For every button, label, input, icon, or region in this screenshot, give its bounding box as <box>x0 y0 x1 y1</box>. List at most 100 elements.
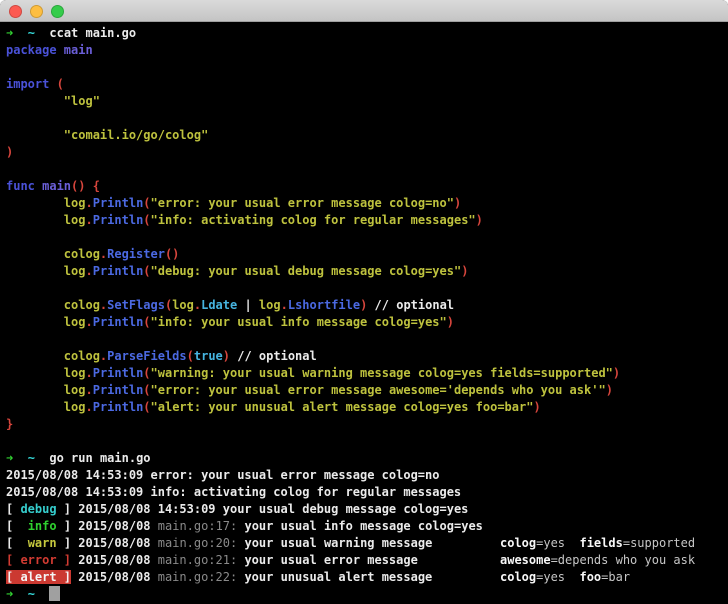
text-segment: Lshortfile <box>287 298 361 312</box>
text-segment: ( <box>143 383 151 397</box>
terminal-line: log.Println("warning: your usual warning… <box>6 365 728 382</box>
text-segment: awesome <box>500 553 551 567</box>
terminal-line: "comail.io/go/colog" <box>6 127 728 144</box>
terminal-line: 2015/08/08 14:53:09 error: your usual er… <box>6 467 728 484</box>
text-segment <box>6 264 64 278</box>
text-segment: "info: your usual info message colog=yes… <box>150 315 447 329</box>
text-segment: ( <box>143 264 151 278</box>
text-segment: . <box>85 366 93 380</box>
log-level-badge: info <box>27 519 57 533</box>
text-segment: ) <box>612 366 621 380</box>
close-button[interactable] <box>9 5 22 18</box>
text-segment: ) <box>475 213 483 227</box>
text-segment: Println <box>92 383 144 397</box>
terminal-line: colog.Register() <box>6 246 728 263</box>
text-segment: [ <box>6 536 28 550</box>
minimize-button[interactable] <box>30 5 43 18</box>
text-segment <box>6 315 64 329</box>
zoom-button[interactable] <box>51 5 64 18</box>
text-segment: colog <box>63 349 100 363</box>
text-segment <box>35 587 49 601</box>
text-segment: Println <box>92 213 144 227</box>
log-level-badge: debug <box>20 502 57 516</box>
text-segment: "error: your usual error message awesome… <box>150 383 606 397</box>
text-segment: log <box>63 196 86 210</box>
terminal-output[interactable]: ➜ ~ ccat main.go package main import ( "lo… <box>0 22 728 604</box>
text-segment: func <box>6 179 43 193</box>
text-segment: [ <box>6 502 21 516</box>
text-segment: // optional <box>230 349 317 363</box>
text-segment: foo <box>579 570 602 584</box>
file-reference: main.go:17: <box>157 519 238 533</box>
text-segment: ] <box>56 519 79 533</box>
terminal-window: ➜ ~ ccat main.go package main import ( "lo… <box>0 0 728 604</box>
titlebar[interactable] <box>0 0 728 22</box>
text-segment: main <box>63 43 93 57</box>
text-segment: . <box>85 264 93 278</box>
text-segment: 2015/08/08 14:53:09 error: your usual er… <box>6 468 440 482</box>
prompt-path: ~ <box>27 451 35 465</box>
text-segment: your usual warning message <box>237 536 433 550</box>
text-segment: // optional <box>367 298 455 312</box>
log-fields: colog=yes fields=supported <box>500 535 695 552</box>
text-segment: () { <box>71 179 100 193</box>
text-segment <box>6 94 64 108</box>
text-segment: ( <box>143 315 151 329</box>
text-segment: main <box>42 179 72 193</box>
prompt-path: ~ <box>27 26 35 40</box>
terminal-line: colog.ParseFields(true) // optional <box>6 348 728 365</box>
text-segment: ) <box>453 196 462 210</box>
text-segment: "debug: your usual debug message colog=y… <box>150 264 462 278</box>
file-reference: main.go:20: <box>157 536 238 550</box>
text-segment <box>13 587 27 601</box>
text-segment <box>6 366 64 380</box>
text-segment: log <box>63 315 86 329</box>
terminal-line: [ alert ] 2015/08/08 main.go:22: your un… <box>6 569 728 586</box>
text-segment: . <box>280 298 288 312</box>
text-segment: ( <box>56 77 64 91</box>
text-segment: Ldate <box>201 298 238 312</box>
text-segment: log <box>172 298 194 312</box>
text-segment: =yes <box>536 570 566 584</box>
log-level-badge: [ error ] <box>6 553 72 567</box>
text-segment: ) <box>222 349 231 363</box>
text-segment: fields <box>579 536 623 550</box>
terminal-line: [ debug ] 2015/08/08 14:53:09 your usual… <box>6 501 728 518</box>
text-segment: . <box>85 383 93 397</box>
terminal-line: [ info ] 2015/08/08 main.go:17: your usu… <box>6 518 728 535</box>
text-segment: log <box>63 213 86 227</box>
text-segment: =yes <box>536 536 566 550</box>
text-segment <box>6 383 64 397</box>
text-segment: colog <box>63 298 100 312</box>
text-segment <box>13 451 27 465</box>
text-segment: } <box>6 417 14 431</box>
text-segment: true <box>193 349 223 363</box>
terminal-line: } <box>6 416 728 433</box>
text-segment: ( <box>186 349 194 363</box>
terminal-line: [ warn ] 2015/08/08 main.go:20: your usu… <box>6 535 728 552</box>
terminal-line: log.Println("info: activating colog for … <box>6 212 728 229</box>
text-segment: ) <box>605 383 613 397</box>
text-segment: ParseFields <box>107 349 187 363</box>
traffic-lights <box>9 5 64 18</box>
terminal-line: [ error ] 2015/08/08 main.go:21: your us… <box>6 552 728 569</box>
terminal-line: "log" <box>6 93 728 110</box>
text-segment: 2015/08/08 <box>78 536 158 550</box>
text-segment <box>6 349 64 363</box>
text-segment: ( <box>143 196 151 210</box>
text-segment: =bar <box>601 570 631 584</box>
text-segment: colog <box>500 570 537 584</box>
text-segment: log <box>63 383 86 397</box>
text-segment: Println <box>92 400 144 414</box>
text-segment <box>565 536 579 550</box>
text-segment: =depends who you ask <box>550 553 696 567</box>
text-segment: your unusual alert message <box>237 570 433 584</box>
text-segment: colog <box>500 536 537 550</box>
text-segment: Println <box>92 196 144 210</box>
text-segment: ) <box>533 400 541 414</box>
text-segment: Register <box>107 247 165 261</box>
